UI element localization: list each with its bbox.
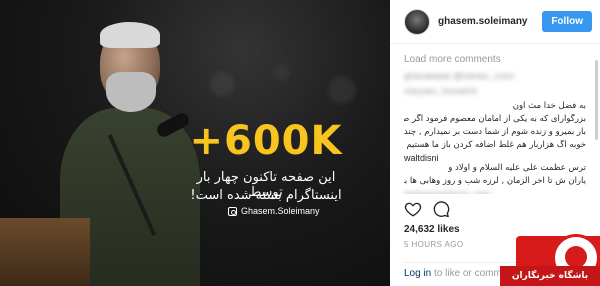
comment-line: خوبه اگ هزاربار هم غلط اضافه کردن باز ما… — [406, 140, 586, 150]
comments-scrollbar[interactable] — [595, 60, 598, 140]
blurred-comment-username: maryam_hosseinii — [404, 86, 477, 96]
post-actions — [404, 200, 450, 218]
image-handle-text: Ghasem.Soleimany — [241, 206, 320, 216]
instagram-icon — [228, 206, 237, 216]
blurred-comment-username: mohammadreza_sarv — [404, 189, 492, 194]
comment-line: به فضل خدا مث اون — [512, 101, 586, 111]
comment-line: ترس عظمت علی علیه السلام و اولاد و — [448, 163, 586, 173]
comment-line: بار بمیرو و زنده شوم از شما دست بر نمیدا… — [404, 127, 586, 137]
comment-icon[interactable] — [432, 200, 450, 218]
speaker-hair — [100, 22, 160, 48]
follow-button[interactable]: Follow — [542, 11, 592, 32]
podium — [0, 218, 90, 286]
post-timestamp: 5 HOURS AGO — [404, 240, 464, 249]
speaker-beard — [106, 72, 156, 112]
post-header: ghasem.soleimany Follow — [390, 0, 600, 44]
comment-line: یاران ش تا آخر الزمان , لرزه شب و روز وه… — [404, 176, 586, 186]
follower-count-headline: +600K — [189, 118, 343, 164]
heart-icon[interactable] — [404, 200, 422, 218]
comments-section: Load more comments ghazalaaaa @iranian_m… — [390, 44, 600, 194]
avatar[interactable] — [404, 8, 430, 35]
post-image[interactable]: +600K این صفحه تاکنون چهار بار توسط اینس… — [0, 0, 390, 286]
comment-line: بزرگوارای که به یکی از امامان معصوم فرمو… — [404, 114, 586, 124]
login-link[interactable]: Log in — [404, 268, 431, 279]
load-more-comments-link[interactable]: Load more comments — [404, 54, 586, 65]
watermark-text: باشگاه خبرنگاران — [500, 266, 600, 286]
likes-count[interactable]: 24,632 likes — [404, 224, 460, 235]
image-caption-line-2: اینستاگرام بسته شده است! — [190, 188, 342, 203]
image-handle: Ghasem.Soleimany — [228, 206, 320, 216]
username[interactable]: ghasem.soleimany — [438, 16, 542, 27]
comment-username[interactable]: waltdisni — [404, 153, 586, 163]
blurred-comment-username: ghazalaaaa @iranian_mom — [404, 71, 515, 81]
